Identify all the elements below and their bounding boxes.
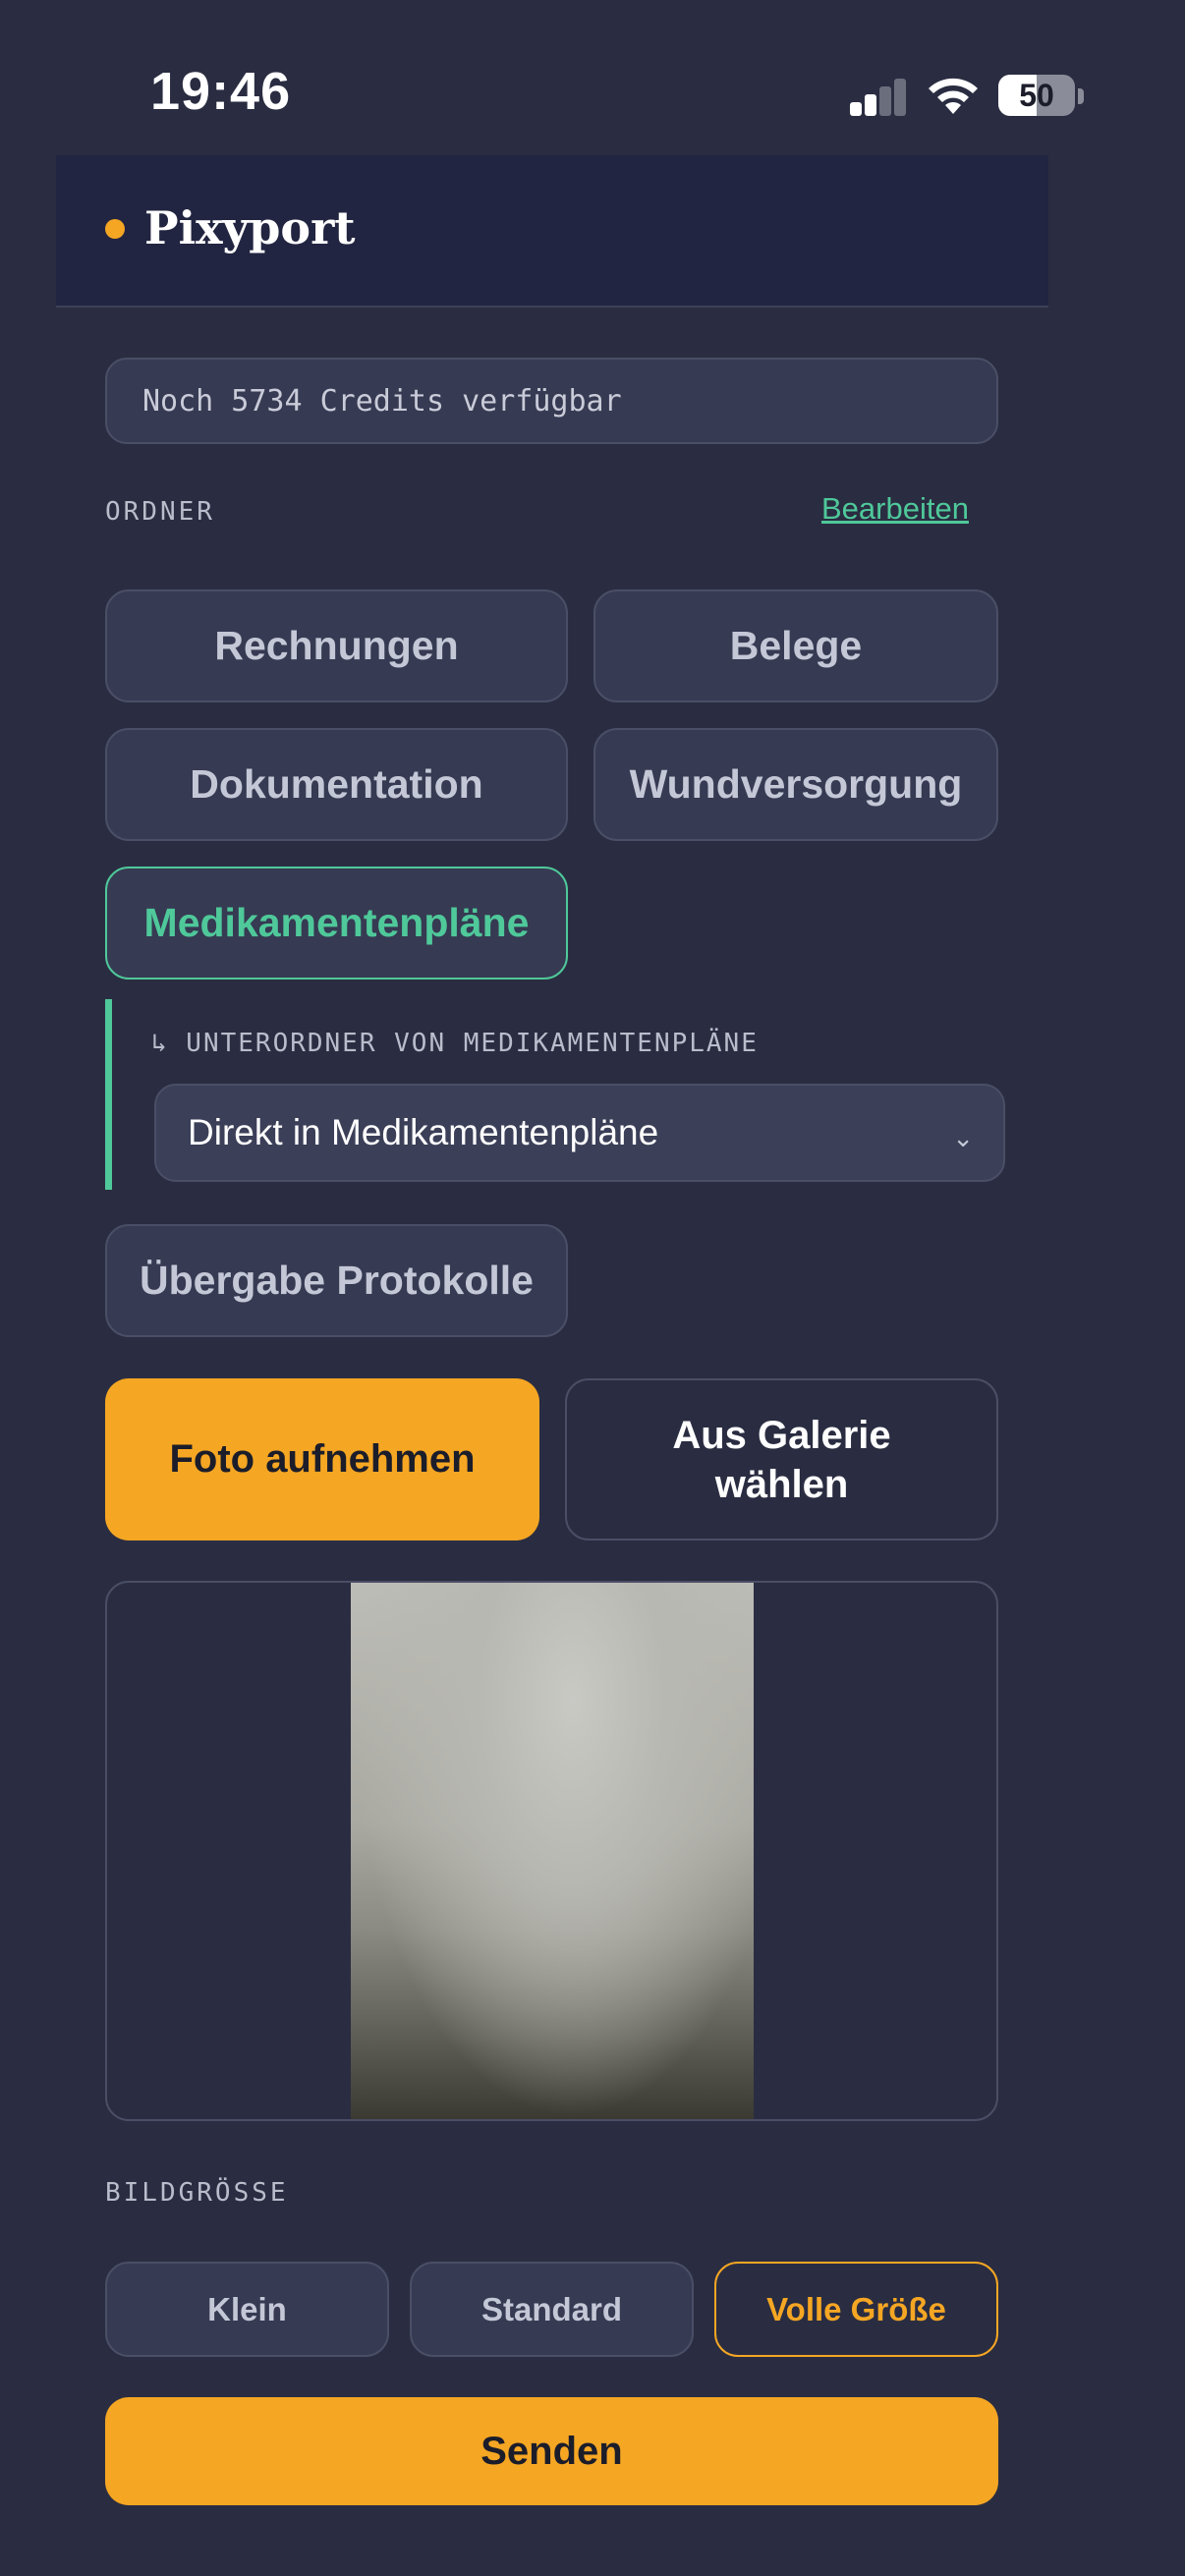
folder-button-wundversorgung[interactable]: Wundversorgung [593, 728, 998, 841]
subfolder-select[interactable]: Direkt in Medikamentenpläne ⌄ [154, 1084, 1005, 1182]
app-header: Pixyport [56, 155, 1048, 308]
brand-dot-icon [105, 219, 125, 239]
size-option-standard[interactable]: Standard [410, 2262, 694, 2357]
folder-button-belege[interactable]: Belege [593, 589, 998, 702]
size-option-klein[interactable]: Klein [105, 2262, 389, 2357]
image-preview [105, 1581, 998, 2121]
status-time: 19:46 [150, 62, 292, 121]
wifi-icon [929, 78, 978, 114]
send-button[interactable]: Senden [105, 2397, 998, 2505]
folder-button-medikamentenplaene[interactable]: Medikamentenpläne [105, 867, 568, 980]
battery-icon: 50 [998, 75, 1075, 116]
battery-tip [1078, 88, 1084, 104]
folder-button-uebergabe-protokolle[interactable]: Übergabe Protokolle [105, 1224, 568, 1337]
folder-button-dokumentation[interactable]: Dokumentation [105, 728, 568, 841]
battery-level: 50 [1019, 77, 1054, 113]
subfolder-label: ↳ UNTERORDNER VON MEDIKAMENTENPLÄNE [151, 1029, 759, 1058]
edit-folders-link[interactable]: Bearbeiten [821, 491, 969, 527]
choose-from-gallery-button[interactable]: Aus Galerie wählen [565, 1378, 998, 1540]
size-option-full[interactable]: Volle Größe [714, 2262, 998, 2357]
subfolder-selected-value: Direkt in Medikamentenpläne [188, 1112, 659, 1152]
credits-info: Noch 5734 Credits verfügbar [105, 358, 998, 444]
app-title: Pixyport [144, 201, 356, 254]
folder-button-rechnungen[interactable]: Rechnungen [105, 589, 568, 702]
chevron-down-icon: ⌄ [952, 1123, 974, 1152]
status-bar: 19:46 50 [0, 0, 1185, 155]
image-size-section-label: BILDGRÖSSE [105, 2178, 289, 2208]
cellular-signal-icon [850, 77, 907, 116]
preview-photo [351, 1583, 754, 2119]
take-photo-button[interactable]: Foto aufnehmen [105, 1378, 539, 1540]
subfolder-panel: ↳ UNTERORDNER VON MEDIKAMENTENPLÄNE Dire… [105, 999, 1005, 1190]
folders-section-label: ORDNER [105, 497, 215, 527]
